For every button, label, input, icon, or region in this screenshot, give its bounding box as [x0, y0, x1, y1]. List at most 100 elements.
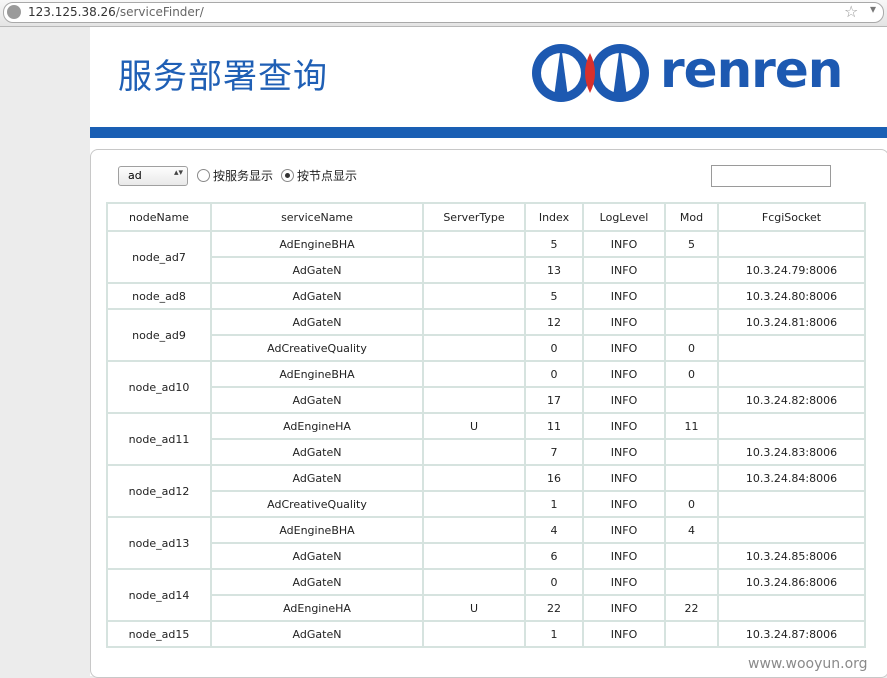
table-cell: AdEngineBHA [210, 230, 424, 258]
table-cell: 1 [524, 490, 584, 518]
table-cell [717, 230, 866, 258]
table-cell: INFO [582, 334, 666, 362]
table-row: AdGateN 6 INFO 10.3.24.85:8006 [107, 542, 866, 570]
table-cell: 0 [524, 568, 584, 596]
table-row: node_ad9 AdGateN 12 INFO 10.3.24.81:8006 [106, 308, 866, 362]
column-header: serviceName [210, 202, 424, 232]
table-cell: INFO [582, 438, 666, 466]
table-cell: 0 [524, 360, 584, 388]
table-cell: INFO [582, 230, 666, 258]
table-cell: AdEngineBHA [210, 516, 424, 544]
column-header: Mod [664, 202, 719, 232]
category-select-value: ad [128, 169, 142, 182]
table-cell [422, 360, 526, 388]
table-cell: 7 [524, 438, 584, 466]
header-divider [90, 127, 887, 138]
table-cell [422, 386, 526, 414]
chevron-down-icon[interactable]: ▾ [870, 2, 876, 16]
table-cell: 4 [524, 516, 584, 544]
table-cell: AdEngineHA [210, 594, 424, 622]
table-cell: 10.3.24.85:8006 [717, 542, 866, 570]
table-cell [422, 256, 526, 284]
table-cell: INFO [582, 360, 666, 388]
table-cell: 10.3.24.86:8006 [717, 568, 866, 596]
table-cell: 13 [524, 256, 584, 284]
table-cell: INFO [582, 516, 666, 544]
table-cell: 10.3.24.83:8006 [717, 438, 866, 466]
table-cell: AdGateN [210, 620, 424, 648]
table-row: AdGateN 7 INFO 10.3.24.83:8006 [107, 438, 866, 466]
node-name-cell: node_ad8 [106, 282, 212, 310]
table-cell: 11 [664, 412, 719, 440]
table-row: AdGateN 13 INFO 10.3.24.79:8006 [107, 256, 866, 284]
page-title: 服务部署查询 [118, 57, 328, 97]
table-row: AdCreativeQuality 1 INFO 0 [107, 490, 866, 518]
node-name-cell: node_ad13 [106, 516, 212, 570]
table-cell: 0 [664, 490, 719, 518]
bookmark-star-icon[interactable]: ☆ [844, 2, 858, 21]
table-row: AdGateN 17 INFO 10.3.24.82:8006 [107, 386, 866, 414]
column-header: ServerType [422, 202, 526, 232]
radio-by-node-label: 按节点显示 [297, 169, 358, 183]
table-cell [717, 360, 866, 388]
table-cell: INFO [582, 282, 666, 310]
table-cell: 10.3.24.84:8006 [717, 464, 866, 492]
radio-by-node[interactable]: 按节点显示 [281, 167, 357, 184]
radio-by-service-circle[interactable] [197, 169, 210, 182]
table-row: node_ad13 AdEngineBHA 4 INFO 4 [106, 516, 866, 570]
url-host: 123.125.38.26 [28, 5, 116, 19]
table-cell [717, 412, 866, 440]
table-cell [717, 594, 866, 622]
renren-logo-mark-icon [532, 44, 649, 102]
table-cell [422, 334, 526, 362]
browser-toolbar: 123.125.38.26/serviceFinder/ ☆ ▾ [0, 0, 887, 27]
table-cell: 16 [524, 464, 584, 492]
table-cell: INFO [582, 490, 666, 518]
table-cell: 0 [664, 334, 719, 362]
table-cell [717, 516, 866, 544]
table-cell: 0 [664, 360, 719, 388]
table-cell [422, 464, 526, 492]
url-text[interactable]: 123.125.38.26/serviceFinder/ [28, 4, 204, 20]
table-cell [664, 464, 719, 492]
table-cell: U [422, 594, 526, 622]
table-cell [664, 438, 719, 466]
table-cell [422, 568, 526, 596]
node-name-cell: node_ad11 [106, 412, 212, 466]
table-cell [422, 438, 526, 466]
results-panel: ad ▴▾ 按服务显示 按节点显示 nodeName serviceName Ser… [90, 149, 887, 678]
table-cell: 10.3.24.87:8006 [717, 620, 866, 648]
table-row: node_ad8 AdGateN 5 INFO 10.3.24.80:8006 [106, 282, 866, 310]
table-cell: 12 [524, 308, 584, 336]
node-name-cell: node_ad10 [106, 360, 212, 414]
table-cell [422, 620, 526, 648]
table-cell: 5 [524, 230, 584, 258]
address-bar[interactable]: 123.125.38.26/serviceFinder/ ☆ ▾ [3, 2, 884, 23]
table-cell: 6 [524, 542, 584, 570]
category-select[interactable]: ad ▴▾ [118, 166, 188, 186]
table-cell: INFO [582, 386, 666, 414]
radio-by-node-circle[interactable] [281, 169, 294, 182]
table-cell: 5 [524, 282, 584, 310]
table-cell: AdEngineHA [210, 412, 424, 440]
filter-input[interactable] [711, 165, 831, 187]
service-table: nodeName serviceName ServerType Index LogLev… [106, 202, 866, 648]
table-cell: 5 [664, 230, 719, 258]
table-cell [664, 542, 719, 570]
table-cell: 0 [524, 334, 584, 362]
column-header: nodeName [106, 202, 212, 232]
table-cell: 10.3.24.79:8006 [717, 256, 866, 284]
table-cell [664, 386, 719, 414]
table-cell: AdCreativeQuality [210, 490, 424, 518]
table-cell: AdGateN [210, 282, 424, 310]
table-cell [422, 516, 526, 544]
table-cell: AdEngineBHA [210, 360, 424, 388]
table-cell [664, 308, 719, 336]
table-row: node_ad11 AdEngineHA U 11 INFO 11 [106, 412, 866, 466]
table-cell: 22 [664, 594, 719, 622]
table-cell: AdGateN [210, 464, 424, 492]
radio-by-service[interactable]: 按服务显示 [197, 167, 273, 184]
node-name-cell: node_ad9 [106, 308, 212, 362]
table-cell: INFO [582, 620, 666, 648]
table-row: node_ad14 AdGateN 0 INFO 10.3.24.86:8006 [106, 568, 866, 622]
